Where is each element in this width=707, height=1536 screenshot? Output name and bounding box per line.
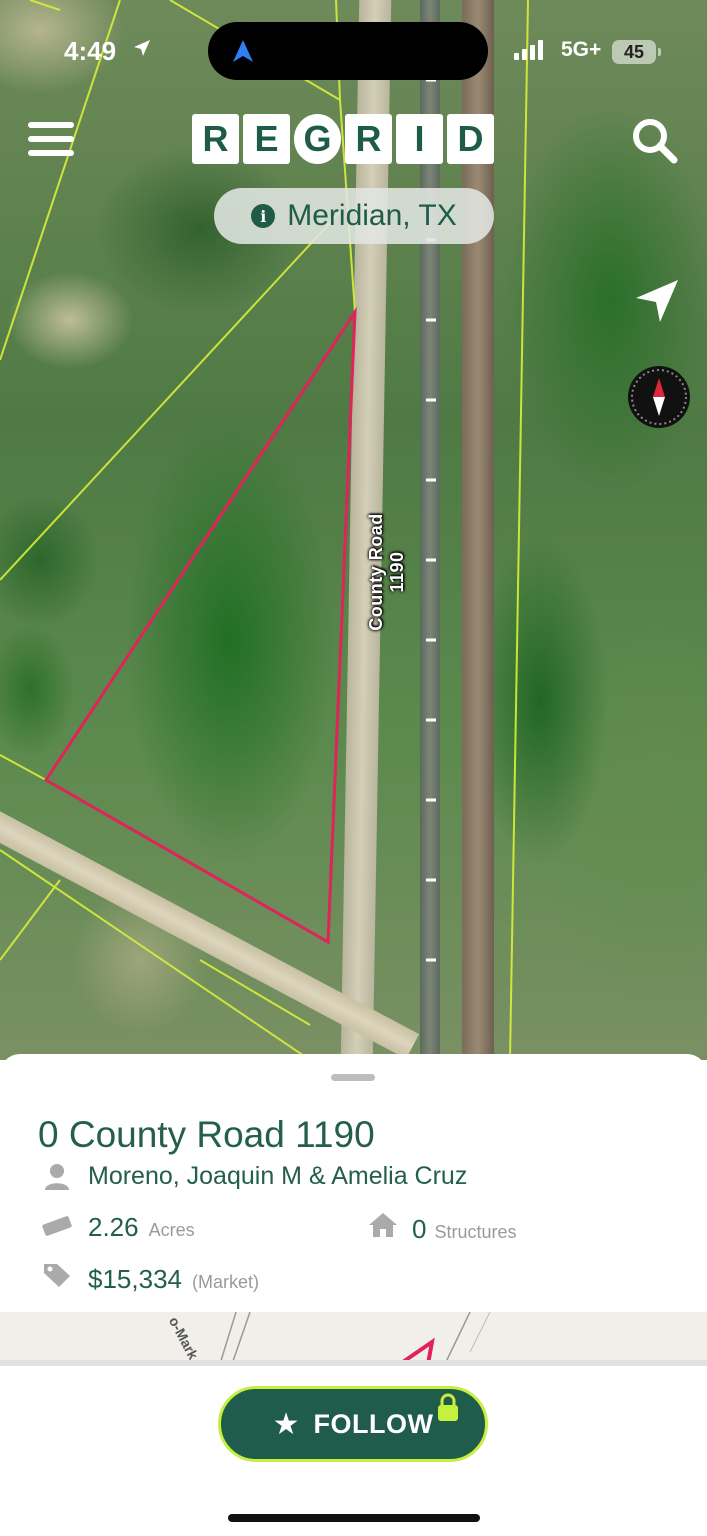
logo-letter: R [192, 114, 239, 164]
satellite-map[interactable]: County Road 1190 4:49 5G+ 45 R E G R I D… [0, 0, 707, 1060]
mini-map-lines [219, 1312, 491, 1364]
home-icon [369, 1213, 397, 1237]
tag-icon [44, 1264, 70, 1287]
location-arrow-icon [134, 40, 150, 56]
home-indicator [228, 1514, 480, 1522]
parcel-boundary-line [199, 959, 311, 1026]
owner-name: Moreno, Joaquin M & Amelia Cruz [88, 1162, 468, 1190]
signal-icon [514, 40, 543, 60]
parcel-address: 0 County Road 1190 [38, 1114, 375, 1155]
divider [0, 1360, 707, 1366]
mini-map-preview[interactable]: o-Mark [0, 1312, 707, 1364]
network-type: 5G+ [561, 38, 602, 61]
navigation-icon[interactable] [634, 278, 680, 324]
parcel-boundary-line [0, 849, 311, 1060]
status-time: 4:49 [64, 36, 117, 66]
location-label: Meridian, TX [287, 199, 457, 232]
logo-letter: G [294, 114, 341, 164]
owner-row: Moreno, Joaquin M & Amelia Cruz [44, 1162, 467, 1191]
price-unit: (Market) [191, 1272, 259, 1292]
parcel-sheet[interactable]: 0 County Road 1190 Moreno, Joaquin M & A… [0, 1054, 707, 1536]
price-value: $15,334 [88, 1264, 182, 1294]
ruler-icon [42, 1216, 72, 1236]
structures-value: 0 [412, 1214, 427, 1244]
info-icon: i [251, 204, 276, 228]
follow-label: FOLLOW [313, 1408, 434, 1439]
parcel-boundary-line [0, 754, 47, 781]
lock-icon [438, 1393, 458, 1421]
acres-unit: Acres [148, 1220, 195, 1240]
menu-button[interactable] [28, 118, 76, 160]
battery-icon: 45 [612, 40, 661, 64]
search-icon[interactable] [630, 116, 678, 164]
parcel-boundary-line [0, 879, 61, 961]
structures-row: 0 Structures [368, 1212, 517, 1245]
price-row: $15,334 (Market) [42, 1262, 259, 1295]
regrid-logo: R E G R I D [192, 114, 494, 164]
acres-value: 2.26 [88, 1212, 139, 1242]
structures-unit: Structures [434, 1222, 517, 1242]
follow-button[interactable]: ★ FOLLOW [218, 1386, 488, 1462]
logo-letter: I [396, 114, 443, 164]
compass-icon [631, 369, 687, 425]
compass-button[interactable] [628, 366, 690, 428]
person-icon [45, 1163, 69, 1190]
acres-row: 2.26 Acres [42, 1212, 195, 1243]
location-pill[interactable]: i Meridian, TX [214, 188, 494, 244]
parcel-boundary-line [509, 0, 529, 1060]
logo-letter: E [243, 114, 290, 164]
road-label: County Road 1190 [366, 513, 407, 631]
parcel-boundary-line [29, 0, 61, 11]
navigation-arrow-icon [233, 40, 253, 62]
sheet-handle[interactable] [331, 1074, 375, 1081]
selected-parcel-outline [43, 306, 357, 945]
star-icon: ★ [272, 1407, 300, 1441]
parcel-boundary-line [0, 211, 341, 581]
logo-letter: D [447, 114, 494, 164]
logo-letter: R [345, 114, 392, 164]
dynamic-island [208, 22, 488, 80]
